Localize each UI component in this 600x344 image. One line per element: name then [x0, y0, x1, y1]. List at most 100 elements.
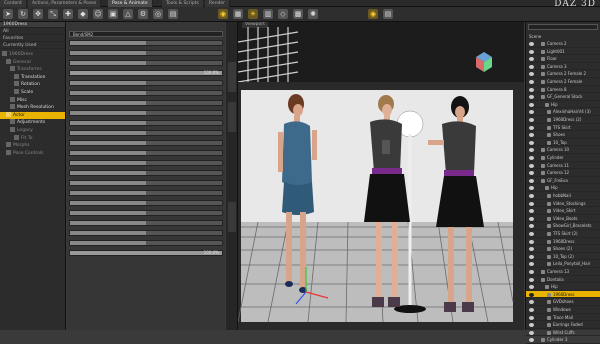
visibility-eye-icon[interactable] — [529, 254, 534, 259]
iray-icon[interactable]: ◉ — [368, 9, 378, 19]
parameter-slider[interactable] — [69, 90, 223, 96]
visibility-eye-icon[interactable] — [529, 292, 534, 297]
geometry-icon[interactable]: △ — [123, 9, 133, 19]
tab-render[interactable]: Render — [205, 0, 231, 7]
parameter-slider[interactable] — [69, 230, 223, 236]
render-target-icon[interactable]: ◉ — [218, 9, 228, 19]
visibility-eye-icon[interactable] — [529, 270, 534, 274]
scene-list-item[interactable]: AlexinhaHairV4 (3) — [526, 108, 600, 116]
scene-search-input[interactable] — [528, 24, 598, 30]
scene-list-item[interactable]: 1960Dress — [526, 238, 600, 246]
scene-list-item[interactable]: Floor — [526, 55, 600, 63]
visibility-eye-icon[interactable] — [529, 300, 534, 305]
parameter-slider[interactable] — [69, 180, 223, 186]
scene-list-item[interactable]: Shoes (2) — [526, 245, 600, 253]
visibility-eye-icon[interactable] — [529, 80, 534, 84]
scene-list-item[interactable]: 10_Top — [526, 139, 600, 147]
parameter-slider[interactable] — [69, 140, 223, 146]
render-library-icon[interactable]: ▤ — [383, 9, 393, 19]
scene-list-item[interactable]: Earrings Faded — [526, 321, 600, 329]
tree-item-adjustments[interactable]: Adjustments — [0, 119, 65, 127]
spot-render-icon[interactable]: ◎ — [153, 9, 163, 19]
scene-list-item[interactable]: Hip — [526, 184, 600, 192]
joint-editor-icon[interactable]: ⚙ — [138, 9, 148, 19]
filter-all[interactable]: All — [0, 28, 65, 35]
search-field[interactable]: Bend/SM2 — [69, 31, 223, 37]
wireframe-icon[interactable]: ◇ — [278, 9, 288, 19]
scene-list-item[interactable]: Cylinder 3 — [526, 336, 600, 344]
tab-content[interactable]: Content — [0, 0, 27, 7]
scene-list-item[interactable]: Video_Stockings — [526, 200, 600, 208]
visibility-eye-icon[interactable] — [529, 140, 534, 145]
visibility-eye-icon[interactable] — [529, 262, 534, 267]
visibility-eye-icon[interactable] — [529, 163, 534, 168]
side-tab[interactable] — [228, 102, 236, 132]
visibility-eye-icon[interactable] — [529, 178, 534, 183]
tree-item-legacy[interactable]: Legacy — [0, 126, 65, 135]
parameter-slider[interactable] — [69, 60, 223, 66]
filter-favorites[interactable]: Favorites — [0, 35, 65, 42]
scene-list-item[interactable]: 10_Top (2) — [526, 253, 600, 261]
scene-list-item[interactable]: Camera 2 Female 2 — [526, 70, 600, 78]
visibility-eye-icon[interactable] — [529, 285, 534, 290]
camera-icon[interactable]: ▤ — [168, 9, 178, 19]
visibility-eye-icon[interactable] — [529, 72, 534, 77]
visibility-eye-icon[interactable] — [529, 118, 534, 122]
scene-list-item[interactable]: GVDshoes — [526, 298, 600, 306]
visibility-eye-icon[interactable] — [529, 87, 534, 92]
tree-item-mesh-resolution[interactable]: Mesh Resolution — [0, 104, 65, 112]
visibility-eye-icon[interactable] — [529, 201, 534, 206]
visibility-eye-icon[interactable] — [529, 224, 534, 229]
scene-list-item[interactable]: Cylinder — [526, 154, 600, 162]
scene-list-item[interactable]: Camera 10 — [526, 146, 600, 154]
tab-tools-scripts[interactable]: Tools & Scripts — [162, 0, 204, 7]
visibility-eye-icon[interactable] — [529, 102, 534, 107]
visibility-eye-icon[interactable] — [529, 323, 534, 328]
parameter-slider[interactable] — [69, 190, 223, 196]
tab-actions-parameters-poses[interactable]: Actions, Parameters & Poses — [28, 0, 102, 7]
scene-list-item[interactable]: Leila_Ponytail_Hair — [526, 260, 600, 268]
scene-list-item[interactable]: Camera 12 — [526, 169, 600, 177]
layout-icon[interactable]: ▥ — [263, 9, 273, 19]
universal-icon[interactable]: ✚ — [63, 9, 73, 19]
visibility-eye-icon[interactable] — [529, 338, 534, 343]
scene-list-item[interactable]: Camera 11 — [526, 162, 600, 170]
render-icon[interactable]: ☀ — [248, 9, 258, 19]
view-cube[interactable] — [476, 52, 492, 72]
scene-list-item[interactable]: hobbNail — [526, 192, 600, 200]
tab-pose-animate[interactable]: Pose & Animate — [108, 0, 153, 7]
visibility-eye-icon[interactable] — [529, 308, 534, 312]
parameter-slider[interactable] — [69, 100, 223, 106]
visibility-eye-icon[interactable] — [529, 95, 534, 100]
visibility-eye-icon[interactable] — [529, 239, 534, 244]
visibility-eye-icon[interactable] — [529, 110, 534, 115]
translate-icon[interactable]: ✥ — [33, 9, 43, 19]
active-pose-icon[interactable]: ☺ — [93, 9, 103, 19]
scene-list-item[interactable]: Video_Skirt — [526, 207, 600, 215]
rotate-icon[interactable]: ↻ — [18, 9, 28, 19]
tree-item-fit-to[interactable]: Fit To — [0, 134, 65, 143]
scene-list-item[interactable]: 1960Dress (2) — [526, 116, 600, 124]
visibility-eye-icon[interactable] — [529, 148, 534, 153]
parameter-slider[interactable] — [69, 220, 223, 226]
visibility-eye-icon[interactable] — [529, 156, 534, 160]
parameter-slider[interactable] — [69, 160, 223, 166]
tree-item-scale[interactable]: Scale — [0, 88, 65, 97]
scene-list-item[interactable]: GF_General Stock — [526, 93, 600, 101]
visibility-eye-icon[interactable] — [529, 57, 534, 62]
scene-list-item[interactable]: Camera 2 Female — [526, 78, 600, 86]
tree-item-misc[interactable]: Misc — [0, 96, 65, 105]
tree-item-transforms[interactable]: Transforms — [0, 66, 65, 74]
scene-list-item[interactable]: Camera 2 — [526, 40, 600, 48]
parameter-slider[interactable] — [69, 50, 223, 56]
scene-list-item[interactable]: GF_FreEva — [526, 177, 600, 185]
side-tab[interactable] — [228, 202, 236, 232]
filter-currently-used[interactable]: Currently Used — [0, 42, 65, 49]
scene-list-item[interactable]: Dontalia — [526, 276, 600, 284]
tree-item-root[interactable]: 1960Dress — [0, 51, 65, 59]
scene-list-item[interactable]: Windows — [526, 306, 600, 314]
scene-list-item[interactable]: Camera 8 — [526, 86, 600, 94]
node-weight-icon[interactable]: ◆ — [78, 9, 88, 19]
visibility-eye-icon[interactable] — [529, 194, 534, 198]
scene-list-item[interactable]: Hip — [526, 101, 600, 109]
